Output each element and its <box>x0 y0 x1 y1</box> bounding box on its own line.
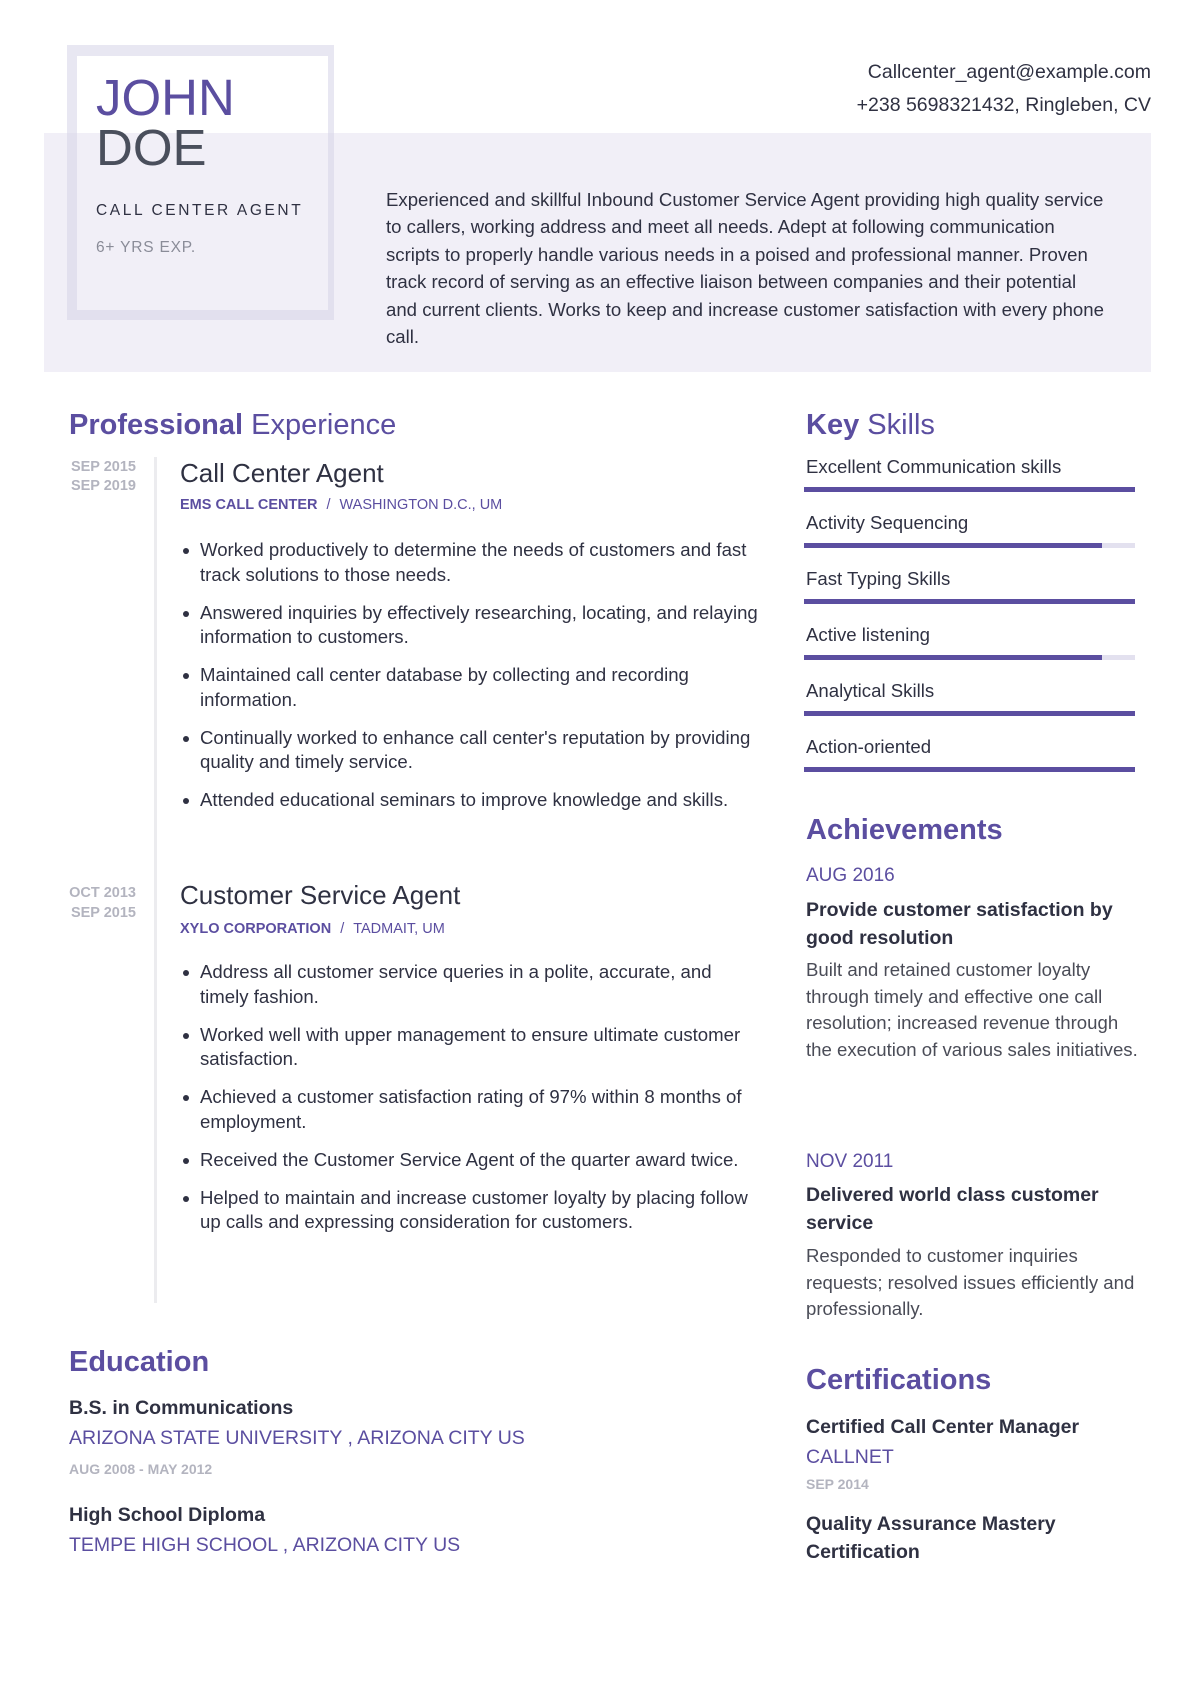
last-name: DOE <box>96 119 207 176</box>
skill-level-fill <box>804 767 1135 772</box>
certifications-heading: Certifications <box>806 1364 992 1396</box>
separator: / <box>340 921 345 937</box>
job-start-date: OCT 2013 <box>69 885 136 901</box>
job-company-line: XYLO CORPORATION / TADMAIT, UM <box>180 921 445 937</box>
education-degree: B.S. in Communications <box>69 1397 294 1419</box>
email[interactable]: Callcenter_agent@example.com <box>868 61 1151 84</box>
skill-label: Fast Typing Skills <box>806 568 951 589</box>
experience-heading-bold: Professional <box>69 409 244 441</box>
skill-level-fill <box>804 543 1102 548</box>
certification-title: Quality Assurance Mastery Certification <box>806 1513 1056 1563</box>
skill-label: Activity Sequencing <box>806 512 969 533</box>
achievement-description: Responded to customer inquiries requests… <box>806 1245 1135 1319</box>
job-bullets: Address all customer service queries in … <box>180 960 765 1248</box>
skills-heading: Key Skills <box>806 408 935 442</box>
certification-org: CALLNET <box>806 1446 894 1468</box>
skill-level-fill <box>804 599 1135 604</box>
skills-heading-bold: Key <box>806 409 860 441</box>
skill-level-bar <box>804 655 1135 660</box>
bullet-item: Attended educational seminars to improve… <box>180 788 765 813</box>
phone-location: +238 5698321432, Ringleben, CV <box>856 94 1151 116</box>
skill-level-bar <box>804 543 1135 548</box>
bullet-item: Received the Customer Service Agent of t… <box>180 1148 765 1173</box>
certification-date: SEP 2014 <box>806 1476 869 1492</box>
job-role: CALL CENTER AGENT <box>96 202 304 219</box>
job-bullets: Worked productively to determine the nee… <box>180 538 765 826</box>
experience-heading-rest: Experience <box>243 409 397 441</box>
bullet-item: Maintained call center database by colle… <box>180 663 765 712</box>
skill-level-fill <box>804 487 1135 492</box>
experience-timeline <box>154 457 157 1303</box>
achievement-date: AUG 2016 <box>806 865 895 886</box>
achievement-title: Delivered world class customer service <box>806 1184 1099 1234</box>
skill-level-bar <box>804 487 1135 492</box>
company-location: WASHINGTON D.C., UM <box>339 497 503 513</box>
company-location: TADMAIT, UM <box>353 921 445 937</box>
education-dates: AUG 2008 - MAY 2012 <box>69 1461 213 1477</box>
bullet-item: Achieved a customer satisfaction rating … <box>180 1085 765 1134</box>
company-name: XYLO CORPORATION <box>180 921 332 937</box>
bullet-item: Worked productively to determine the nee… <box>180 538 765 587</box>
skill-label: Action-oriented <box>806 736 932 757</box>
skill-label: Analytical Skills <box>806 680 935 701</box>
bullet-item: Answered inquiries by effectively resear… <box>180 601 765 650</box>
job-end-date: SEP 2015 <box>70 905 136 921</box>
summary-text: Experienced and skillful Inbound Custome… <box>386 189 1104 348</box>
skill-label: Excellent Communication skills <box>806 456 1062 477</box>
company-name: EMS CALL CENTER <box>180 497 318 513</box>
job-title: Call Center Agent <box>180 458 384 488</box>
education-school: ARIZONA STATE UNIVERSITY , ARIZONA CITY … <box>69 1427 525 1449</box>
skills-heading-rest: Skills <box>859 409 935 441</box>
job-end-date: SEP 2019 <box>70 478 136 494</box>
education-school: TEMPE HIGH SCHOOL , ARIZONA CITY US <box>69 1534 461 1556</box>
achievement-title: Provide customer satisfaction by good re… <box>806 899 1113 949</box>
skill-level-bar <box>804 767 1135 772</box>
achievement-date: NOV 2011 <box>806 1151 894 1172</box>
job-title: Customer Service Agent <box>180 880 461 910</box>
education-heading: Education <box>69 1346 210 1378</box>
skill-level-bar <box>804 599 1135 604</box>
years-experience: 6+ YRS EXP. <box>96 239 196 256</box>
bullet-item: Continually worked to enhance call cente… <box>180 726 765 775</box>
experience-heading: Professional Experience <box>69 408 396 442</box>
first-name: JOHN <box>96 69 235 126</box>
skill-level-bar <box>804 711 1135 716</box>
education-degree: High School Diploma <box>69 1504 266 1526</box>
skill-level-fill <box>804 711 1135 716</box>
job-company-line: EMS CALL CENTER / WASHINGTON D.C., UM <box>180 497 502 513</box>
certification-title: Certified Call Center Manager <box>806 1416 1080 1438</box>
achievements-heading: Achievements <box>806 814 1003 846</box>
skill-level-fill <box>804 655 1102 660</box>
separator: / <box>326 497 331 513</box>
bullet-item: Helped to maintain and increase customer… <box>180 1186 765 1235</box>
bullet-item: Worked well with upper management to ens… <box>180 1023 765 1072</box>
achievement-description: Built and retained customer loyalty thro… <box>806 959 1138 1060</box>
job-start-date: SEP 2015 <box>70 459 136 475</box>
bullet-item: Address all customer service queries in … <box>180 960 765 1009</box>
skill-label: Active listening <box>806 624 931 645</box>
